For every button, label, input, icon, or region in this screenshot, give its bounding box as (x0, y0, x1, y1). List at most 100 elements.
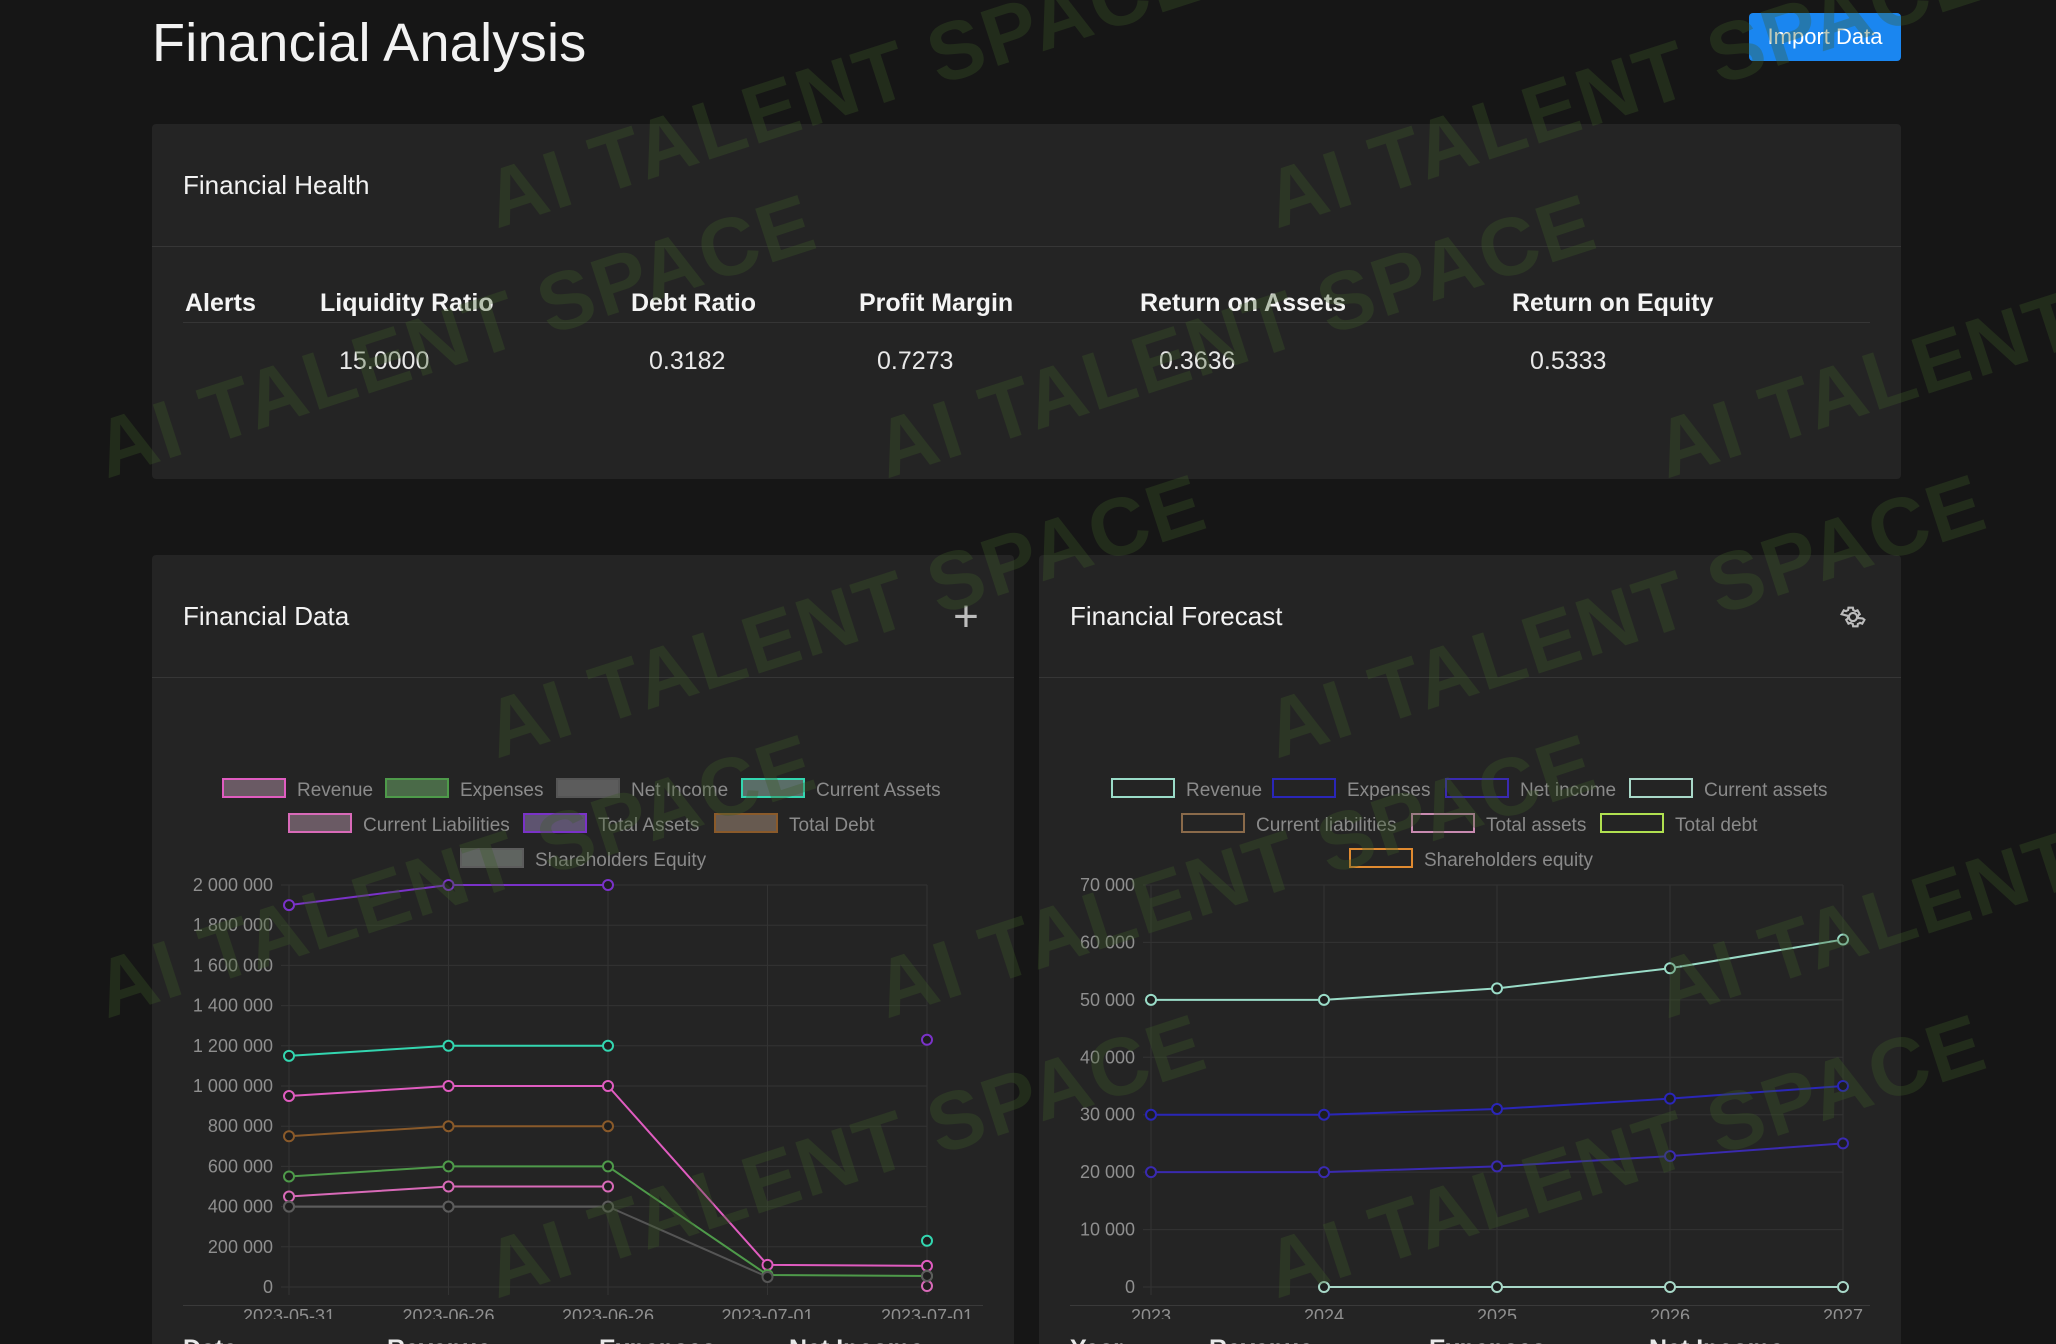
data-point[interactable] (1664, 1092, 1676, 1105)
legend-item-shareholders-equity[interactable]: Shareholders equity (1349, 848, 1593, 871)
data-table-header-expenses: Expenses (599, 1335, 716, 1344)
data-point[interactable] (1318, 1166, 1330, 1179)
legend-item-shareholders-equity[interactable]: Shareholders Equity (460, 848, 707, 871)
forecast-table-divider (1070, 1305, 1870, 1306)
data-point[interactable] (442, 1120, 455, 1133)
data-point[interactable] (1491, 1281, 1503, 1293)
data-point[interactable] (761, 1270, 774, 1283)
data-point[interactable] (1664, 962, 1676, 975)
data-point[interactable] (442, 1160, 455, 1173)
financial-forecast-title: Financial Forecast (1070, 600, 1283, 631)
legend-swatch (222, 778, 286, 798)
y-tick-label: 600 000 (208, 1156, 273, 1176)
data-point[interactable] (1664, 1150, 1676, 1163)
legend-label: Current liabilities (1256, 815, 1396, 836)
financial-forecast-card: Financial Forecast Revenue Expenses Net in… (1039, 555, 1901, 1344)
data-point[interactable] (1837, 1080, 1849, 1092)
data-point[interactable] (283, 1090, 295, 1103)
return-on-assets-value: 0.3636 (1159, 347, 1236, 375)
data-point[interactable] (283, 1170, 295, 1183)
column-header-profit-margin: Profit Margin (859, 289, 1014, 317)
data-point[interactable] (921, 1279, 933, 1292)
legend-label: Shareholders equity (1424, 850, 1593, 871)
data-point[interactable] (602, 1180, 614, 1193)
x-tick-label: 2023-06-26 (562, 1306, 654, 1319)
data-point[interactable] (1145, 993, 1157, 1006)
data-point[interactable] (283, 1200, 295, 1213)
legend-item-total-assets[interactable]: Total Assets (523, 813, 699, 836)
legend-label: Shareholders Equity (535, 850, 707, 871)
data-point[interactable] (602, 1200, 614, 1213)
data-point[interactable] (283, 1049, 295, 1062)
legend-item-current-assets[interactable]: Current assets (1629, 778, 1828, 801)
data-point[interactable] (602, 1160, 614, 1173)
y-tick-label: 40 000 (1080, 1047, 1135, 1067)
data-point[interactable] (1491, 1102, 1503, 1115)
data-point[interactable] (921, 1033, 933, 1046)
legend-label: Expenses (1347, 780, 1430, 801)
data-point[interactable] (1145, 1166, 1157, 1179)
data-point[interactable] (1318, 1281, 1330, 1293)
financial-forecast-chart: Revenue Expenses Net income Current assets C… (1080, 778, 1863, 1319)
financial-health-title: Financial Health (183, 169, 370, 200)
legend-swatch (714, 813, 778, 833)
legend-item-net-income[interactable]: Net Income (556, 778, 728, 801)
add-data-button[interactable]: + (946, 595, 986, 639)
legend-item-revenue[interactable]: Revenue (222, 778, 373, 801)
data-point[interactable] (442, 1200, 455, 1213)
legend-swatch (1272, 778, 1336, 798)
legend-swatch (1349, 848, 1413, 868)
data-table-header-net-income: Net Income (789, 1335, 924, 1344)
x-tick-label: 2023-07-01 (881, 1306, 973, 1319)
data-point[interactable] (283, 899, 295, 912)
legend-item-revenue[interactable]: Revenue (1111, 778, 1262, 801)
data-point[interactable] (1318, 993, 1330, 1006)
column-header-debt-ratio: Debt Ratio (631, 289, 756, 317)
data-point[interactable] (921, 1234, 933, 1247)
data-point[interactable] (283, 1190, 295, 1203)
x-tick-label: 2023-05-31 (243, 1306, 335, 1319)
financial-data-title: Financial Data (183, 600, 350, 631)
legend-swatch (1111, 778, 1175, 798)
data-point[interactable] (1664, 1281, 1676, 1293)
y-tick-label: 1 600 000 (193, 955, 273, 975)
data-point[interactable] (761, 1258, 774, 1271)
legend-item-current-liabilities[interactable]: Current liabilities (1181, 813, 1396, 836)
data-point[interactable] (1318, 1108, 1330, 1121)
x-tick-label: 2023 (1131, 1306, 1171, 1319)
legend-item-expenses[interactable]: Expenses (1272, 778, 1430, 801)
data-point[interactable] (1837, 933, 1849, 946)
forecast-settings-button[interactable] (1833, 597, 1873, 637)
data-point[interactable] (442, 1039, 455, 1052)
data-point[interactable] (1145, 1108, 1157, 1121)
legend-item-current-assets[interactable]: Current Assets (741, 778, 941, 801)
legend-item-total-debt[interactable]: Total Debt (714, 813, 875, 836)
legend-item-total-debt[interactable]: Total debt (1600, 813, 1758, 836)
legend-label: Net Income (631, 780, 728, 801)
data-point[interactable] (921, 1269, 933, 1282)
data-point[interactable] (1491, 982, 1503, 995)
legend-swatch (1411, 813, 1475, 833)
data-point[interactable] (602, 879, 614, 891)
data-point[interactable] (442, 1180, 455, 1193)
data-point[interactable] (1491, 1160, 1503, 1173)
legend-swatch (1629, 778, 1693, 798)
legend-item-expenses[interactable]: Expenses (385, 778, 543, 801)
data-point[interactable] (602, 1080, 614, 1092)
data-point[interactable] (442, 879, 455, 891)
column-header-liquidity-ratio: Liquidity Ratio (320, 289, 494, 317)
data-point[interactable] (602, 1120, 614, 1133)
y-tick-label: 70 000 (1080, 875, 1135, 895)
legend-item-net-income[interactable]: Net income (1445, 778, 1616, 801)
data-point[interactable] (602, 1039, 614, 1052)
data-point[interactable] (442, 1080, 455, 1092)
legend-item-current-liabilities[interactable]: Current Liabilities (288, 813, 510, 836)
data-point[interactable] (921, 1259, 933, 1272)
import-data-button[interactable]: Import Data (1749, 13, 1901, 61)
debt-ratio-value: 0.3182 (649, 347, 726, 375)
data-point[interactable] (1837, 1281, 1849, 1293)
forecast-table-header-net-income: Net Income (1649, 1335, 1784, 1344)
data-point[interactable] (283, 1130, 295, 1143)
data-point[interactable] (1837, 1137, 1849, 1150)
legend-item-total-assets[interactable]: Total assets (1411, 813, 1586, 836)
